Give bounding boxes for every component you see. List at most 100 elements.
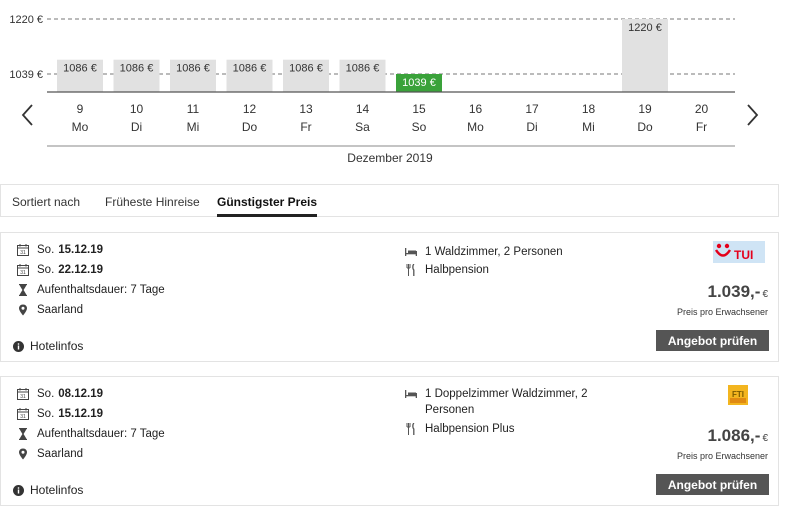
depart-date-row: 31 So. 15.12.19 bbox=[17, 244, 103, 256]
check-offer-button[interactable]: Angebot prüfen bbox=[656, 330, 769, 351]
day-number-label: 12 bbox=[243, 102, 257, 116]
return-date: 15.12.19 bbox=[58, 408, 104, 420]
weekday-label: Fr bbox=[300, 120, 311, 134]
depart-date-row: 31 So. 08.12.19 bbox=[17, 388, 103, 400]
sort-option-earliest[interactable]: Früheste Hinreise bbox=[105, 195, 200, 209]
calendar-icon: 31 bbox=[17, 244, 29, 256]
info-icon bbox=[13, 340, 24, 352]
price-value: 1.039,- bbox=[707, 282, 761, 301]
return-day: So. bbox=[37, 264, 55, 276]
room-text: 1 Waldzimmer, 2 Personen bbox=[425, 246, 563, 258]
hourglass-icon bbox=[17, 284, 29, 296]
day-number-label: 10 bbox=[130, 102, 144, 116]
price-calendar-svg: 1220 € 1039 € 1086 € 9 Mo 1086 € 10 Di 1086 € 11 M… bbox=[9, 14, 735, 165]
bar-value-label: 1086 € bbox=[289, 63, 323, 75]
location-row: Saarland bbox=[17, 448, 83, 460]
depart-date: 15.12.19 bbox=[58, 244, 104, 256]
weekday-label: Sa bbox=[355, 120, 370, 134]
calendar-icon: 31 bbox=[17, 388, 29, 400]
hourglass-icon bbox=[17, 428, 29, 440]
weekday-label: Mo bbox=[72, 120, 89, 134]
weekday-label: Di bbox=[526, 120, 537, 134]
info-icon bbox=[13, 484, 24, 496]
location-text: Saarland bbox=[37, 448, 84, 460]
weekday-label: Mo bbox=[467, 120, 484, 134]
check-offer-button[interactable]: Angebot prüfen bbox=[656, 474, 769, 495]
duration-row: Aufenthaltsdauer: 7 Tage bbox=[17, 428, 165, 440]
room-row: 1 Doppelzimmer Waldzimmer, 2 Personen bbox=[405, 386, 595, 418]
hotelinfo-link[interactable]: Hotelinfos bbox=[13, 483, 83, 497]
offer-card: 31 So. 08.12.19 31 So. 15.12.19 Aufenthalt… bbox=[0, 376, 779, 506]
board-row: Halbpension Plus bbox=[405, 423, 515, 435]
bar-value-label: 1086 € bbox=[233, 63, 267, 75]
day-number-label: 17 bbox=[525, 102, 539, 116]
offer-card: 31 So. 15.12.19 31 So. 22.12.19 Aufenthalt… bbox=[0, 232, 779, 362]
day-number-label: 11 bbox=[187, 102, 200, 116]
svg-text:31: 31 bbox=[20, 250, 26, 256]
y-tick-label: 1220 € bbox=[9, 14, 43, 26]
weekday-label: Mi bbox=[187, 120, 200, 134]
duration-row: Aufenthaltsdauer: 7 Tage bbox=[17, 284, 165, 296]
calendar-icon: 31 bbox=[17, 264, 29, 276]
price-currency: € bbox=[762, 433, 768, 444]
depart-day: So. bbox=[37, 244, 55, 256]
bar-value-label: 1086 € bbox=[63, 63, 97, 75]
cutlery-icon bbox=[405, 264, 417, 276]
weekday-label: Do bbox=[637, 120, 653, 134]
calendar-icon: 31 bbox=[17, 408, 29, 420]
board-row: Halbpension bbox=[405, 264, 489, 276]
day-number-label: 15 bbox=[412, 102, 426, 116]
day-number-label: 9 bbox=[77, 102, 84, 116]
bar-value-label: 1086 € bbox=[120, 63, 154, 75]
location-pin-icon bbox=[17, 304, 29, 316]
cutlery-icon bbox=[405, 423, 417, 435]
return-date-row: 31 So. 15.12.19 bbox=[17, 408, 103, 420]
y-tick-label: 1039 € bbox=[9, 69, 43, 81]
svg-text:31: 31 bbox=[20, 394, 26, 400]
operator-logo-text: TUI bbox=[734, 248, 753, 262]
board-text: Halbpension Plus bbox=[425, 423, 515, 435]
day-number-label: 19 bbox=[638, 102, 652, 116]
depart-date: 08.12.19 bbox=[58, 388, 104, 400]
return-day: So. bbox=[37, 408, 55, 420]
price-note: Preis pro Erwachsener bbox=[676, 451, 768, 461]
location-text: Saarland bbox=[37, 304, 84, 316]
bed-icon bbox=[405, 246, 417, 258]
weekday-label: Fr bbox=[696, 120, 707, 134]
weekday-label: Mi bbox=[582, 120, 595, 134]
price-note: Preis pro Erwachsener bbox=[676, 307, 768, 317]
previous-dates-arrow-icon[interactable] bbox=[16, 100, 40, 130]
day-number-label: 13 bbox=[299, 102, 313, 116]
bar-value-label: 1086 € bbox=[176, 63, 210, 75]
depart-day: So. bbox=[37, 388, 55, 400]
location-pin-icon bbox=[17, 448, 29, 460]
price-currency: € bbox=[762, 289, 768, 300]
next-dates-arrow-icon[interactable] bbox=[740, 100, 764, 130]
sort-bar: Sortiert nach Früheste Hinreise Günstigs… bbox=[0, 184, 779, 217]
room-row: 1 Waldzimmer, 2 Personen bbox=[405, 244, 595, 260]
offer-price: 1.086,- € bbox=[708, 426, 769, 446]
weekday-label: So bbox=[412, 120, 427, 134]
month-label: Dezember 2019 bbox=[347, 151, 433, 165]
day-number-label: 18 bbox=[582, 102, 596, 116]
active-sort-indicator bbox=[217, 214, 317, 217]
return-date-row: 31 So. 22.12.19 bbox=[17, 264, 103, 276]
weekday-label: Di bbox=[131, 120, 142, 134]
operator-logo-text: FTI bbox=[732, 390, 744, 399]
hotelinfo-label: Hotelinfos bbox=[30, 483, 84, 497]
room-text: 1 Doppelzimmer Waldzimmer, 2 Personen bbox=[425, 388, 588, 416]
sort-label: Sortiert nach bbox=[12, 195, 81, 209]
board-text: Halbpension bbox=[425, 264, 489, 276]
location-row: Saarland bbox=[17, 304, 83, 316]
return-date: 22.12.19 bbox=[58, 264, 104, 276]
hotelinfo-link[interactable]: Hotelinfos bbox=[13, 339, 83, 353]
duration-text: Aufenthaltsdauer: 7 Tage bbox=[37, 284, 165, 296]
day-number-label: 20 bbox=[695, 102, 709, 116]
sort-option-cheapest[interactable]: Günstigster Preis bbox=[217, 195, 317, 209]
weekday-label: Do bbox=[242, 120, 258, 134]
day-number-label: 16 bbox=[469, 102, 483, 116]
offer-price: 1.039,- € bbox=[708, 282, 769, 302]
day-number-label: 14 bbox=[356, 102, 370, 116]
price-value: 1.086,- bbox=[707, 426, 761, 445]
tui-logo: TUI bbox=[713, 241, 765, 263]
